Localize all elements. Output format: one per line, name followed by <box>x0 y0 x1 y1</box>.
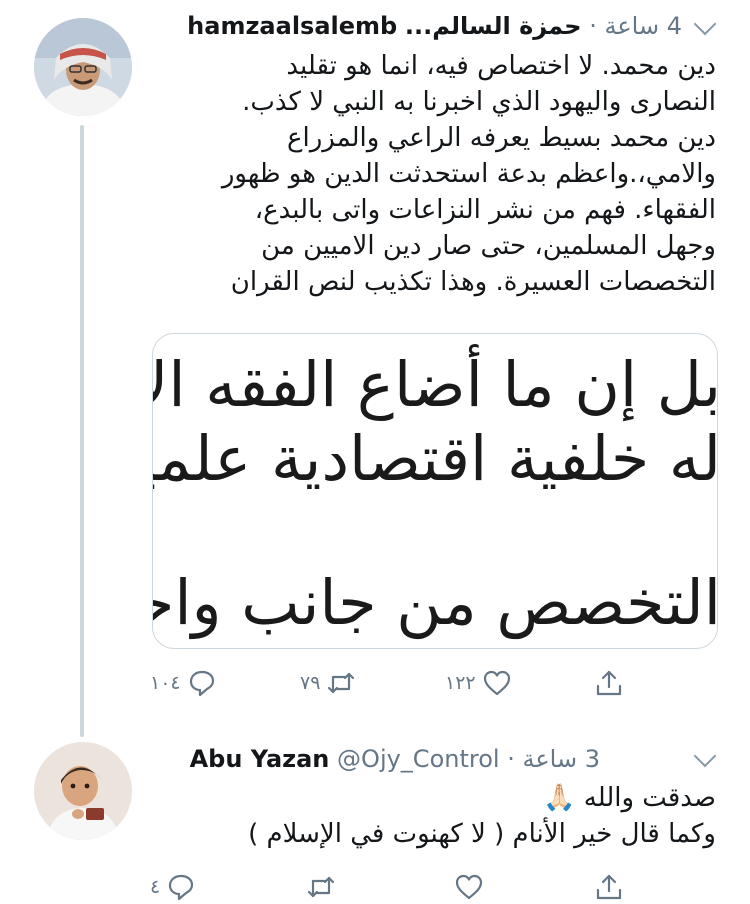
display-name[interactable]: Abu Yazan <box>190 745 330 773</box>
tweet-time[interactable]: 4 ساعة <box>604 12 682 40</box>
retweet-icon <box>307 876 335 898</box>
dot-separator: · <box>499 745 515 773</box>
like-count: ١٢٢ <box>445 672 476 694</box>
reply-count: ٤ <box>150 876 161 898</box>
reply-count: ١٠٤ <box>150 672 181 694</box>
tweet-actions: ٤ <box>150 870 650 904</box>
avatar[interactable] <box>34 742 132 840</box>
tweet-line: والامي،.واعظم بدعة استحدثت الدين هو ظهور <box>221 159 716 189</box>
tweet-text: دين محمد. لا اختصاص فيه، انما هو تقليد ا… <box>156 48 716 300</box>
heart-icon <box>455 874 483 900</box>
reply-button[interactable]: ٤ <box>150 870 196 904</box>
tweet-header: 4 ساعة · حمزة السالم... hamzaalsalemb <box>187 11 682 41</box>
heart-icon <box>483 670 510 696</box>
tweet-line: صدقت والله 🙏🏻 <box>543 783 716 813</box>
tweet-media-image[interactable]: بل إن ما أضاع الفقه الإسلا له خلفية اقتص… <box>152 333 718 649</box>
media-text-line: له خلفية اقتصادية علمية <box>152 422 718 495</box>
dot-separator: · <box>581 12 597 40</box>
share-icon <box>596 670 622 696</box>
share-button[interactable] <box>594 666 624 700</box>
chevron-down-icon[interactable] <box>693 12 717 36</box>
retweet-button[interactable]: ٧٩ <box>300 666 356 700</box>
reply-button[interactable]: ١٠٤ <box>150 666 217 700</box>
chevron-down-icon[interactable] <box>693 744 717 768</box>
tweet-actions: ١٠٤ ٧٩ ١٢٢ <box>150 666 650 700</box>
retweet-button[interactable] <box>300 870 336 904</box>
username[interactable]: @Ojy_Control <box>337 745 500 773</box>
tweet-line: التخصصات العسيرة. وهذا تكذيب لنص القران <box>230 267 716 297</box>
tweet-header: 3 ساعة · @Ojy_Control Abu Yazan <box>190 744 600 774</box>
reply-icon <box>189 670 214 697</box>
username[interactable]: hamzaalsalemb <box>187 12 397 40</box>
media-text-line: بل إن ما أضاع الفقه الإسلا <box>152 348 718 421</box>
retweet-count: ٧٩ <box>300 672 321 694</box>
share-icon <box>596 874 622 900</box>
tweet-line: النصارى واليهود الذي اخبرنا به النبي لا … <box>242 87 716 117</box>
retweet-icon <box>328 672 355 694</box>
tweet-line: دين محمد. لا اختصاص فيه، انما هو تقليد <box>286 51 716 81</box>
display-name[interactable]: حمزة السالم... <box>405 12 582 40</box>
reply-icon <box>169 874 194 901</box>
thread-connector <box>80 125 84 737</box>
like-button[interactable]: ١٢٢ <box>445 666 512 700</box>
tweet-time[interactable]: 3 ساعة <box>522 745 600 773</box>
share-button[interactable] <box>594 870 624 904</box>
media-text-line: التخصص من جانب واحد <box>152 566 718 639</box>
tweet-line: وكما قال خير الأنام ( لا كهنوت في الإسلا… <box>248 819 716 849</box>
like-button[interactable] <box>448 870 484 904</box>
avatar[interactable] <box>34 18 132 116</box>
tweet-line: الفقهاء. فهم من نشر النزاعات واتى بالبدع… <box>254 195 716 225</box>
tweet-line: دين محمد بسيط يعرفه الراعي والمزراع <box>286 123 716 153</box>
tweet-line: وجهل المسلمين، حتى صار دين الاميين من <box>261 231 716 261</box>
tweet-text: صدقت والله 🙏🏻 وكما قال خير الأنام ( لا ك… <box>156 780 716 852</box>
